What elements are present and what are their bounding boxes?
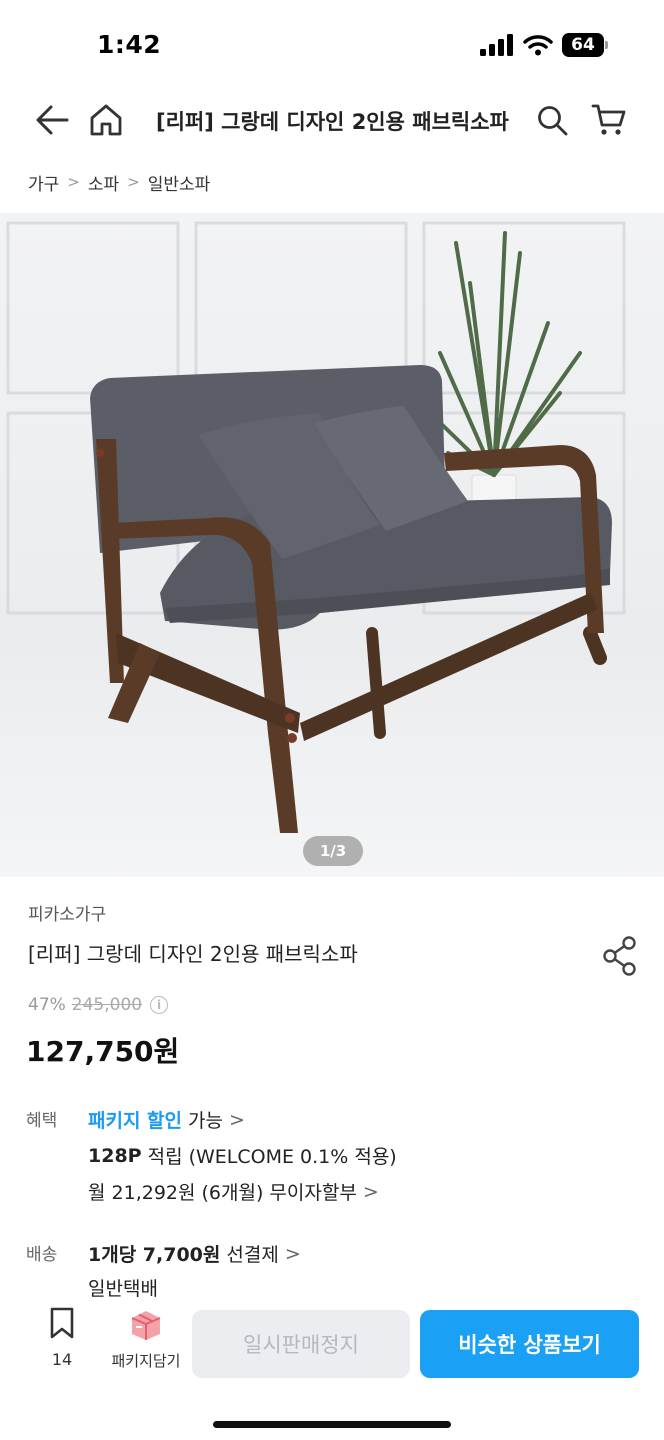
battery-icon: 64 <box>562 33 608 57</box>
discount-rate: 47% <box>28 995 66 1015</box>
bookmark-count: 14 <box>51 1350 73 1369</box>
installment-text: 월 21,292원 (6개월) 무이자할부 <box>88 1182 357 1204</box>
points-row: 128P 적립 (WELCOME 0.1% 적용) <box>88 1142 397 1169</box>
sale-price: 127,750원 <box>26 1035 180 1068</box>
chevron-right-icon: > <box>228 1108 245 1131</box>
product-image[interactable] <box>0 213 664 877</box>
bookmark-button[interactable]: 14 <box>36 1306 88 1378</box>
package-discount-text: 패키지 할인 <box>88 1110 183 1132</box>
cart-icon <box>591 104 626 135</box>
chevron-right-icon: > <box>127 173 140 191</box>
search-button[interactable] <box>530 98 574 142</box>
sofa-photo <box>0 213 664 877</box>
installment-link[interactable]: 월 21,292원 (6개월) 무이자할부 > <box>88 1178 379 1205</box>
header-title: [리퍼] 그랑데 디자인 2인용 패브릭소파 <box>156 110 509 134</box>
delivery-fee: 1개당 7,700원 <box>88 1244 221 1266</box>
bottom-action-bar: 14 패키지담기 일시판매정지 비슷한 상품보기 <box>0 1298 664 1440</box>
delivery-fee-suffix: 선결제 <box>226 1244 279 1266</box>
home-indicator <box>213 1421 451 1428</box>
cellular-signal-icon <box>480 34 513 56</box>
status-icons: 64 <box>480 33 608 57</box>
package-discount-suffix: 가능 <box>188 1110 223 1132</box>
similar-products-button[interactable]: 비슷한 상품보기 <box>420 1310 639 1378</box>
back-arrow-icon <box>36 105 69 135</box>
share-icon <box>603 936 636 976</box>
delivery-label: 배송 <box>26 1245 58 1265</box>
price-row: 47% 245,000 i <box>28 995 169 1015</box>
battery-level: 64 <box>562 33 604 57</box>
package-box-icon <box>131 1311 161 1340</box>
original-price: 245,000 <box>71 995 143 1015</box>
benefit-label: 혜택 <box>26 1111 58 1131</box>
chevron-right-icon: > <box>67 173 80 191</box>
breadcrumb-item-furniture[interactable]: 가구 <box>28 170 59 195</box>
status-bar: 1:42 64 <box>0 0 664 92</box>
delivery-type: 일반택배 <box>88 1274 158 1301</box>
breadcrumb: 가구 > 소파 > 일반소파 <box>28 169 210 195</box>
package-discount-link[interactable]: 패키지 할인 가능 > <box>88 1106 245 1133</box>
product-name: [리퍼] 그랑데 디자인 2인용 패브릭소파 <box>28 942 358 966</box>
image-counter: 1/3 <box>303 836 363 866</box>
points-amount: 128P <box>88 1144 142 1167</box>
app-header: [리퍼] 그랑데 디자인 2인용 패브릭소파 <box>0 92 664 148</box>
chevron-right-icon: > <box>284 1242 301 1265</box>
search-icon <box>538 106 568 136</box>
package-label: 패키지담기 <box>111 1352 181 1370</box>
delivery-type-text: 일반택배 <box>88 1278 158 1300</box>
seller-name[interactable]: 피카소가구 <box>28 900 106 925</box>
breadcrumb-item-general-sofa[interactable]: 일반소파 <box>148 170 211 195</box>
back-button[interactable] <box>30 98 74 142</box>
home-icon <box>90 104 122 136</box>
cart-button[interactable] <box>587 98 631 142</box>
delivery-fee-link[interactable]: 1개당 7,700원 선결제 > <box>88 1240 301 1267</box>
home-button[interactable] <box>84 98 128 142</box>
sales-suspended-button: 일시판매정지 <box>192 1310 410 1378</box>
status-time: 1:42 <box>97 30 162 59</box>
wifi-icon <box>523 35 553 56</box>
chevron-right-icon: > <box>362 1180 379 1203</box>
add-to-package-button[interactable]: 패키지담기 <box>104 1306 188 1378</box>
points-suffix: 적립 (WELCOME 0.1% 적용) <box>147 1146 397 1168</box>
info-icon[interactable]: i <box>150 996 169 1014</box>
share-button[interactable] <box>600 935 640 977</box>
bookmark-icon <box>50 1307 74 1339</box>
breadcrumb-item-sofa[interactable]: 소파 <box>88 170 119 195</box>
